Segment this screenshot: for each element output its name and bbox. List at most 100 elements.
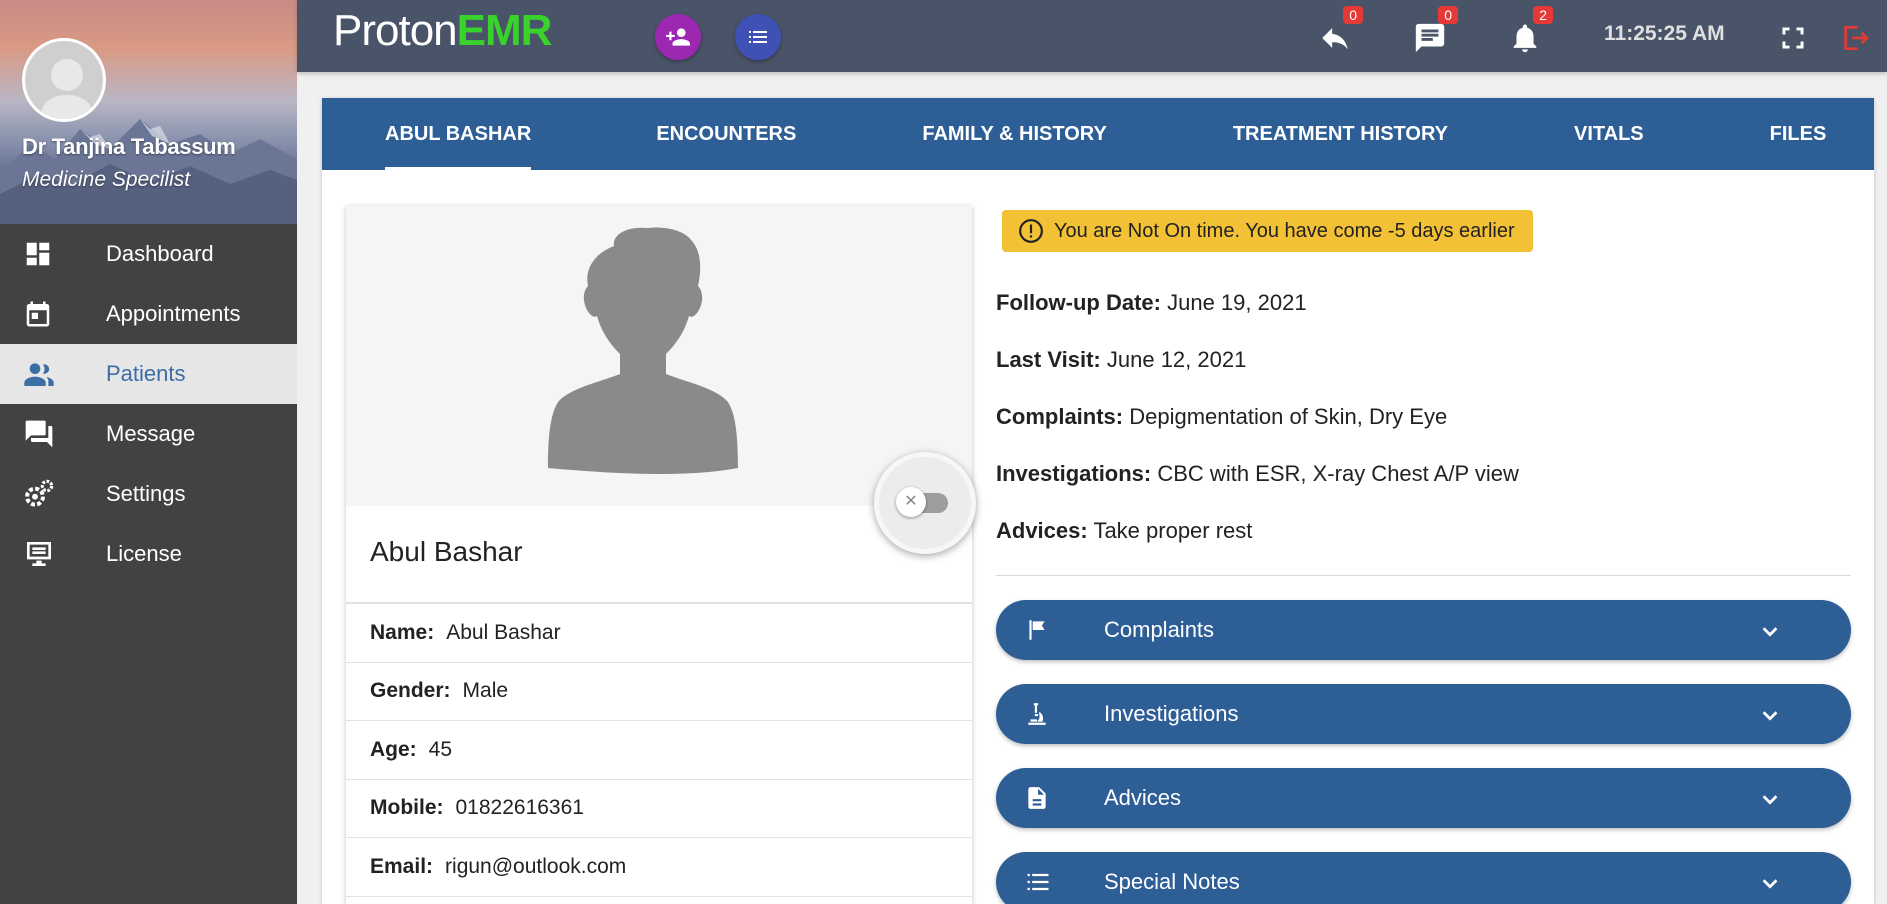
patient-info-age: Age: 45 — [346, 721, 972, 780]
field-value: 01822616361 — [455, 796, 584, 820]
detail-value: June 19, 2021 — [1167, 290, 1307, 315]
field-label: Name: — [370, 620, 435, 644]
reply-button[interactable]: 0 — [1315, 6, 1363, 58]
sidebar-item-dashboard[interactable]: Dashboard — [0, 224, 297, 284]
sidebar-item-license[interactable]: License — [0, 524, 297, 584]
field-value: Abul Bashar — [446, 620, 561, 644]
patient-info-name: Name: Abul Bashar — [346, 604, 972, 663]
detail-value: Take proper rest — [1093, 518, 1253, 543]
doctor-name: Dr Tanjina Tabassum — [22, 134, 236, 159]
message-count-badge: 0 — [1438, 6, 1458, 24]
notification-count-badge: 2 — [1533, 6, 1553, 24]
profile-header: Dr Tanjina Tabassum Medicine Specilist — [0, 0, 297, 224]
bell-icon — [1513, 24, 1537, 53]
detail-value: Depigmentation of Skin, Dry Eye — [1129, 404, 1448, 429]
accordion-label: Complaints — [1104, 617, 1215, 642]
accordion-investigations[interactable]: Investigations — [996, 684, 1851, 744]
gears-icon — [0, 478, 106, 510]
patient-tabs: ABUL BASHAR ENCOUNTERS FAMILY & HISTORY … — [322, 98, 1874, 170]
chevron-down-icon — [1759, 620, 1781, 648]
accordion-label: Investigations — [1104, 701, 1239, 726]
accordion-label: Advices — [1104, 785, 1182, 810]
sidebar-item-label: Message — [106, 421, 196, 446]
field-label: Age: — [370, 737, 417, 761]
accordion-complaints[interactable]: Complaints — [996, 600, 1851, 660]
messages-button[interactable]: 0 — [1410, 6, 1458, 58]
monitor-icon — [0, 538, 106, 570]
field-value: Male — [462, 679, 509, 703]
sidebar-item-appointments[interactable]: Appointments — [0, 284, 297, 344]
detail-value: CBC with ESR, X-ray Chest A/P view — [1157, 461, 1519, 486]
doctor-avatar[interactable] — [22, 38, 106, 122]
detail-follow-up: Follow-up Date: June 19, 2021 — [996, 290, 1851, 327]
detail-advices: Advices: Take proper rest — [996, 518, 1851, 555]
people-icon — [0, 358, 106, 390]
logout-button[interactable] — [1835, 18, 1875, 58]
sidebar-item-message[interactable]: Message — [0, 404, 297, 464]
fullscreen-icon — [1782, 27, 1804, 49]
tab-family-history[interactable]: FAMILY & HISTORY — [922, 98, 1106, 170]
fullscreen-button[interactable] — [1773, 18, 1813, 58]
tab-encounters[interactable]: ENCOUNTERS — [656, 98, 796, 170]
visit-summary: You are Not On time. You have come -5 da… — [996, 210, 1851, 904]
sidebar-item-label: Dashboard — [106, 241, 214, 266]
flag-icon — [996, 617, 1104, 643]
message-icon — [1415, 23, 1445, 53]
sidebar-item-patients[interactable]: Patients — [0, 344, 297, 404]
tab-files[interactable]: FILES — [1770, 98, 1827, 170]
detail-label: Investigations: — [996, 461, 1152, 486]
person-silhouette-icon — [548, 227, 738, 474]
warning-icon — [1018, 218, 1044, 244]
status-toggle-button[interactable]: ✕ — [874, 452, 976, 554]
accordion-advices[interactable]: Advices — [996, 768, 1851, 828]
add-person-icon — [666, 28, 690, 46]
logout-icon — [1844, 26, 1869, 50]
sidebar-item-settings[interactable]: Settings — [0, 464, 297, 524]
chat-icon — [0, 418, 106, 450]
tab-treatment-history[interactable]: TREATMENT HISTORY — [1233, 98, 1448, 170]
clock: 11:25:25 AM — [1604, 22, 1725, 45]
tab-vitals[interactable]: VITALS — [1574, 98, 1644, 170]
patient-card: Abul Bashar ✕ Name: Abul Bashar Gender: … — [346, 206, 976, 904]
logo-text-emr: EMR — [456, 6, 553, 55]
add-patient-button[interactable] — [655, 14, 701, 60]
chevron-down-icon — [1759, 788, 1781, 816]
timing-alert: You are Not On time. You have come -5 da… — [1002, 210, 1533, 252]
detail-label: Advices: — [996, 518, 1088, 543]
field-value: rigun@outlook.com — [445, 854, 627, 878]
accordion-special-notes[interactable]: Special Notes — [996, 852, 1851, 904]
detail-label: Complaints: — [996, 404, 1124, 429]
chevron-down-icon — [1759, 872, 1781, 900]
reply-icon — [1322, 28, 1348, 50]
divider — [996, 575, 1851, 576]
list-icon — [749, 31, 767, 43]
patient-info-mobile: Mobile: 01822616361 — [346, 780, 972, 838]
field-label: Email: — [370, 854, 434, 878]
close-icon: ✕ — [896, 487, 926, 517]
field-value: 45 — [428, 737, 453, 761]
patient-detail-panel: ABUL BASHAR ENCOUNTERS FAMILY & HISTORY … — [322, 98, 1874, 904]
field-label: Gender: — [370, 679, 451, 703]
reply-count-badge: 0 — [1343, 6, 1363, 24]
patient-list-button[interactable] — [735, 14, 781, 60]
logo-text-proton: Proton — [333, 6, 458, 55]
tab-patient-name[interactable]: ABUL BASHAR — [385, 98, 532, 170]
patient-photo — [346, 206, 972, 506]
detail-value: June 12, 2021 — [1106, 347, 1247, 372]
detail-investigations: Investigations: CBC with ESR, X-ray Ches… — [996, 461, 1851, 498]
detail-label: Last Visit: — [996, 347, 1101, 372]
sidebar-item-label: Patients — [106, 361, 186, 386]
status-toggle[interactable]: ✕ — [896, 487, 948, 517]
patient-info-email: Email: rigun@outlook.com — [346, 838, 972, 897]
detail-last-visit: Last Visit: June 12, 2021 — [996, 347, 1851, 384]
chevron-down-icon — [1759, 704, 1781, 732]
accordion-list: Complaints Investigations Advices Specia… — [996, 600, 1851, 904]
accordion-label: Special Notes — [1104, 869, 1240, 894]
notifications-button[interactable]: 2 — [1505, 6, 1553, 58]
field-label: Mobile: — [370, 796, 444, 820]
dashboard-icon — [0, 239, 106, 269]
app-logo[interactable]: ProtonEMR — [333, 6, 553, 56]
sidebar: Dr Tanjina Tabassum Medicine Specilist D… — [0, 0, 297, 904]
sidebar-item-label: Settings — [106, 481, 186, 506]
microscope-icon — [996, 701, 1104, 727]
